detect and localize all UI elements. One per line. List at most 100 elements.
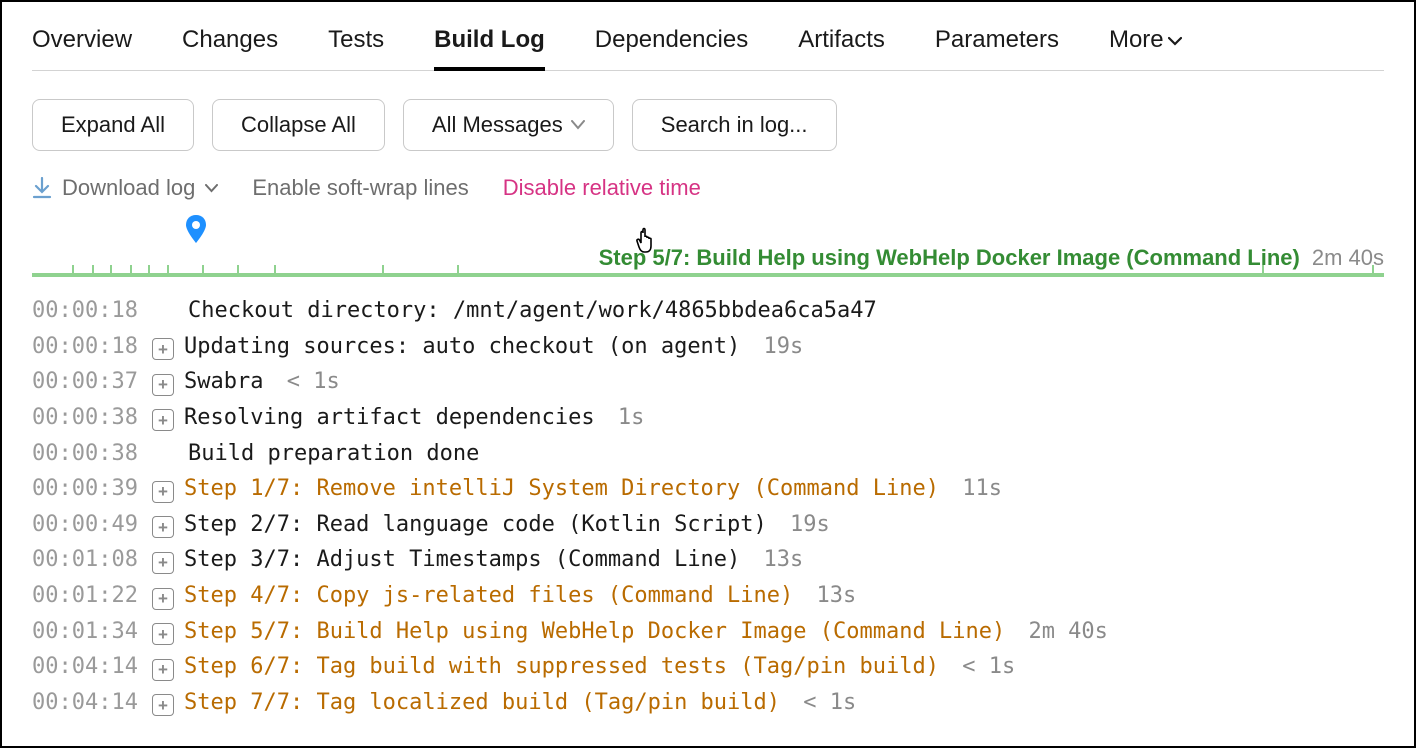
log-row: 00:00:18 + Updating sources: auto checkout… bbox=[32, 329, 1384, 365]
expand-icon[interactable]: + bbox=[152, 338, 174, 360]
log-row: 00:04:14 + Step 7/7: Tag localized build (… bbox=[32, 685, 1384, 721]
timeline-tick bbox=[148, 265, 150, 277]
timeline-bar[interactable] bbox=[32, 273, 1384, 291]
tab-more[interactable]: More bbox=[1109, 20, 1182, 70]
log-duration: < 1s bbox=[790, 685, 856, 721]
log-duration: 19s bbox=[777, 507, 830, 543]
timeline-tick bbox=[202, 265, 204, 277]
tab-changes[interactable]: Changes bbox=[182, 20, 278, 70]
log-duration: 2m 40s bbox=[1015, 614, 1108, 650]
log-row: 00:00:18 Checkout directory: /mnt/agent/w… bbox=[32, 293, 1384, 329]
current-step-label: Step 5/7: Build Help using WebHelp Docke… bbox=[32, 245, 1384, 271]
log-row: 00:00:38 + Resolving artifact dependencies… bbox=[32, 400, 1384, 436]
log-timestamp: 00:00:39 bbox=[32, 471, 142, 507]
log-timestamp: 00:01:34 bbox=[32, 614, 142, 650]
timeline-tick bbox=[92, 265, 94, 277]
timeline-tick bbox=[382, 265, 384, 277]
log-row: 00:00:49 + Step 2/7: Read language code (K… bbox=[32, 507, 1384, 543]
log-duration: < 1s bbox=[273, 364, 339, 400]
log-toolbar: Expand All Collapse All All Messages Sea… bbox=[32, 99, 1384, 151]
log-actions: Download log Enable soft-wrap lines Disa… bbox=[32, 175, 1384, 201]
log-message: Updating sources: auto checkout (on agen… bbox=[184, 329, 740, 365]
timeline-tick bbox=[1372, 265, 1374, 277]
chevron-down-icon bbox=[205, 184, 218, 193]
log-duration: 11s bbox=[949, 471, 1002, 507]
log-row: 00:01:08 + Step 3/7: Adjust Timestamps (Co… bbox=[32, 542, 1384, 578]
expand-icon[interactable]: + bbox=[152, 588, 174, 610]
tab-overview[interactable]: Overview bbox=[32, 20, 132, 70]
expand-icon[interactable]: + bbox=[152, 552, 174, 574]
tab-parameters[interactable]: Parameters bbox=[935, 20, 1059, 70]
log-message: Step 1/7: Remove intelliJ System Directo… bbox=[184, 471, 939, 507]
log-duration: 19s bbox=[750, 329, 803, 365]
timeline: Step 5/7: Build Help using WebHelp Docke… bbox=[32, 245, 1384, 291]
relative-time-toggle[interactable]: Disable relative time bbox=[503, 175, 701, 201]
timeline-pin-icon[interactable] bbox=[182, 213, 210, 247]
log-message: Resolving artifact dependencies bbox=[184, 400, 595, 436]
build-log-panel: Overview Changes Tests Build Log Dependencie… bbox=[0, 0, 1416, 748]
log-row: 00:00:37 + Swabra < 1s bbox=[32, 364, 1384, 400]
expand-icon[interactable]: + bbox=[152, 623, 174, 645]
tab-build-log[interactable]: Build Log bbox=[434, 20, 545, 70]
expand-all-button[interactable]: Expand All bbox=[32, 99, 194, 151]
log-row: 00:04:14 + Step 6/7: Tag build with suppre… bbox=[32, 649, 1384, 685]
expand-icon[interactable]: + bbox=[152, 374, 174, 396]
log-message: Build preparation done bbox=[188, 436, 479, 472]
log-timestamp: 00:00:49 bbox=[32, 507, 142, 543]
log-timestamp: 00:00:18 bbox=[32, 293, 142, 329]
log-message: Step 2/7: Read language code (Kotlin Scr… bbox=[184, 507, 767, 543]
expand-icon[interactable]: + bbox=[152, 409, 174, 431]
log-message: Swabra bbox=[184, 364, 263, 400]
timeline-tick bbox=[110, 265, 112, 277]
log-row: 00:01:22 + Step 4/7: Copy js-related files… bbox=[32, 578, 1384, 614]
timeline-tick bbox=[130, 265, 132, 277]
tab-dependencies[interactable]: Dependencies bbox=[595, 20, 748, 70]
log-duration: 13s bbox=[803, 578, 856, 614]
log-message: Step 4/7: Copy js-related files (Command… bbox=[184, 578, 793, 614]
log-timestamp: 00:01:08 bbox=[32, 542, 142, 578]
message-filter-label: All Messages bbox=[432, 112, 563, 138]
log-message: Step 7/7: Tag localized build (Tag/pin b… bbox=[184, 685, 780, 721]
log-duration: < 1s bbox=[949, 649, 1015, 685]
soft-wrap-toggle[interactable]: Enable soft-wrap lines bbox=[252, 175, 468, 201]
expand-icon[interactable]: + bbox=[152, 694, 174, 716]
log-message: Checkout directory: /mnt/agent/work/4865… bbox=[188, 293, 877, 329]
chevron-down-icon bbox=[571, 120, 585, 130]
log-message: Step 3/7: Adjust Timestamps (Command Lin… bbox=[184, 542, 740, 578]
log-duration: 13s bbox=[750, 542, 803, 578]
timeline-tick bbox=[457, 265, 459, 277]
current-step-name: Step 5/7: Build Help using WebHelp Docke… bbox=[599, 245, 1300, 271]
message-filter-dropdown[interactable]: All Messages bbox=[403, 99, 614, 151]
log-message: Step 6/7: Tag build with suppressed test… bbox=[184, 649, 939, 685]
log-row: 00:00:39 + Step 1/7: Remove intelliJ Syste… bbox=[32, 471, 1384, 507]
collapse-all-button[interactable]: Collapse All bbox=[212, 99, 385, 151]
timeline-tick bbox=[72, 265, 74, 277]
tab-artifacts[interactable]: Artifacts bbox=[798, 20, 885, 70]
build-log: 00:00:18 Checkout directory: /mnt/agent/w… bbox=[32, 293, 1384, 721]
timeline-tick bbox=[237, 265, 239, 277]
log-timestamp: 00:01:22 bbox=[32, 578, 142, 614]
download-icon bbox=[32, 177, 52, 199]
log-timestamp: 00:00:18 bbox=[32, 329, 142, 365]
log-timestamp: 00:00:38 bbox=[32, 436, 142, 472]
expand-icon[interactable]: + bbox=[152, 516, 174, 538]
log-message: Step 5/7: Build Help using WebHelp Docke… bbox=[184, 614, 1005, 650]
log-timestamp: 00:00:37 bbox=[32, 364, 142, 400]
log-row: 00:00:38 Build preparation done bbox=[32, 436, 1384, 472]
download-log-dropdown[interactable]: Download log bbox=[32, 175, 218, 201]
log-duration: 1s bbox=[605, 400, 645, 436]
expand-icon[interactable]: + bbox=[152, 481, 174, 503]
download-log-label: Download log bbox=[62, 175, 195, 201]
tab-bar: Overview Changes Tests Build Log Dependencie… bbox=[32, 20, 1384, 71]
chevron-down-icon bbox=[1168, 36, 1182, 46]
timeline-tick bbox=[274, 265, 276, 277]
tab-tests[interactable]: Tests bbox=[328, 20, 384, 70]
expand-icon[interactable]: + bbox=[152, 659, 174, 681]
log-timestamp: 00:00:38 bbox=[32, 400, 142, 436]
log-timestamp: 00:04:14 bbox=[32, 685, 142, 721]
search-log-button[interactable]: Search in log... bbox=[632, 99, 837, 151]
timeline-tick bbox=[1262, 265, 1264, 277]
log-timestamp: 00:04:14 bbox=[32, 649, 142, 685]
timeline-tick bbox=[167, 265, 169, 277]
log-row: 00:01:34 + Step 5/7: Build Help using WebH… bbox=[32, 614, 1384, 650]
